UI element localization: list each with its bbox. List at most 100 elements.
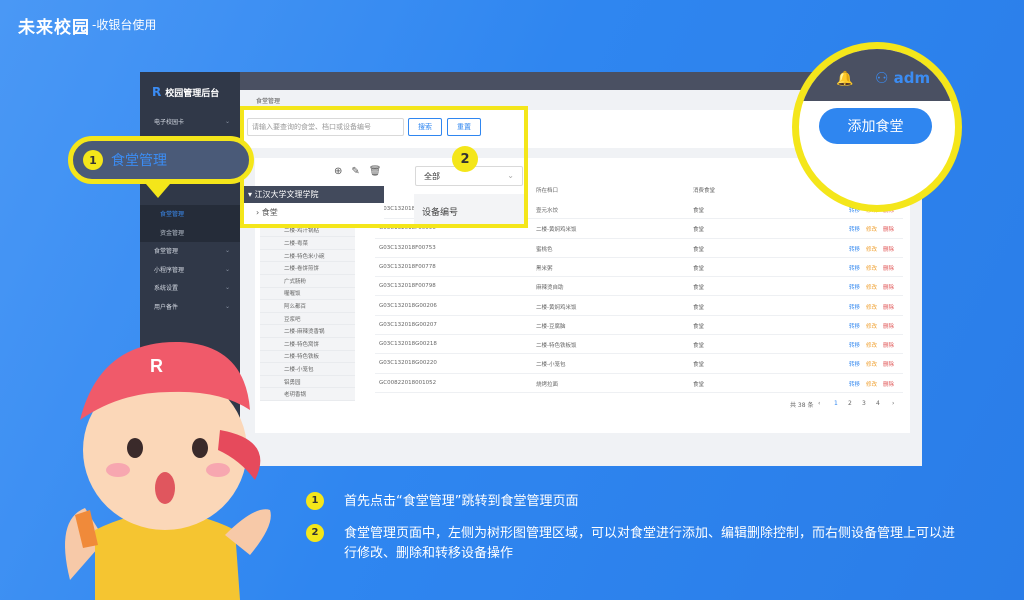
pager-prev[interactable]: ‹ bbox=[818, 400, 820, 407]
stall-cell: 二楼-豆腐脑 bbox=[536, 323, 566, 330]
move-link[interactable]: 转移 bbox=[849, 283, 860, 291]
sidebar-item-canteen[interactable]: 食堂管理 bbox=[140, 204, 240, 223]
callout1: 1 食堂管理 bbox=[68, 136, 254, 184]
stall-cell: 壹元水饺 bbox=[536, 208, 559, 214]
pager-total: 共 38 条 bbox=[790, 402, 814, 409]
callout1-badge: 1 bbox=[83, 150, 103, 170]
delete-link[interactable]: 删除 bbox=[883, 225, 894, 233]
delete-link[interactable]: 删除 bbox=[883, 360, 894, 368]
edit-link[interactable]: 修改 bbox=[866, 225, 877, 233]
canteen-cell: 食堂 bbox=[693, 381, 705, 388]
edit-link[interactable]: 修改 bbox=[866, 380, 877, 388]
bell-icon[interactable]: 🔔 bbox=[836, 71, 853, 87]
move-link[interactable]: 转移 bbox=[849, 322, 860, 330]
sidebar-item-canteen-group[interactable]: 食堂管理 ⌄ bbox=[140, 242, 240, 261]
edit-link[interactable]: 修改 bbox=[866, 283, 877, 291]
canteen-cell: 食堂 bbox=[693, 265, 705, 272]
move-link[interactable]: 转移 bbox=[849, 341, 860, 349]
step2-text: 食堂管理页面中，左侧为树形图管理区域，可以对食堂进行添加、编辑删除控制，而右侧设… bbox=[344, 526, 956, 561]
mascot-mouth bbox=[155, 472, 175, 504]
tree-item[interactable]: 豆浆吧 bbox=[260, 312, 355, 326]
delete-link[interactable]: 删除 bbox=[883, 341, 894, 349]
tree-item[interactable]: 广式肠粉 bbox=[260, 274, 355, 288]
chevron-down-icon: ⌄ bbox=[224, 265, 230, 273]
canteen-cell: 食堂 bbox=[693, 208, 705, 214]
pager-page-1[interactable]: 1 bbox=[834, 400, 838, 407]
edit-link[interactable]: 修改 bbox=[866, 360, 877, 368]
stall-cell: 二楼-黄焖鸡米饭 bbox=[536, 304, 577, 311]
edit-link[interactable]: 修改 bbox=[866, 245, 877, 253]
tree-item[interactable]: 二楼-粤菜 bbox=[260, 237, 355, 250]
mascot-right-eye bbox=[192, 438, 208, 458]
pager-next[interactable]: › bbox=[892, 400, 894, 407]
pager-page-3[interactable]: 3 bbox=[862, 400, 866, 407]
table-row[interactable]: G03C132018G00206 二楼-黄焖鸡米饭 食堂 转移 修改 删除 bbox=[375, 297, 903, 316]
tree-item[interactable]: 二楼-卷饼煎饼 bbox=[260, 262, 355, 275]
device-id-cell: G03C132018F00798 bbox=[379, 283, 436, 290]
mascot-illustration: R bbox=[65, 341, 271, 600]
sidebar-item-funds[interactable]: 资金管理 bbox=[140, 223, 240, 242]
mascot-ear bbox=[86, 444, 110, 472]
move-link[interactable]: 转移 bbox=[849, 380, 860, 388]
tree-item[interactable]: 喔喔饭 bbox=[260, 287, 355, 301]
stall-cell: 黑米粥 bbox=[536, 265, 553, 272]
step1-text: 首先点击“食堂管理”跳转到食堂管理页面 bbox=[344, 494, 579, 509]
sidebar-item-campus-card[interactable]: 电子校园卡 ⌄ bbox=[140, 112, 240, 131]
tree-item[interactable]: 阿么都百 bbox=[260, 300, 355, 313]
device-id-cell: G03C132018F00778 bbox=[379, 263, 436, 270]
canteen-cell: 食堂 bbox=[693, 343, 705, 350]
breadcrumb: 食堂管理 bbox=[256, 98, 281, 105]
device-id-cell: G03C132018G00220 bbox=[379, 360, 437, 367]
edit-link[interactable]: 修改 bbox=[866, 303, 877, 311]
sidebar-item-users[interactable]: 用户备件 ⌄ bbox=[140, 297, 240, 316]
sidebar-item-settings[interactable]: 系统设置 ⌄ bbox=[140, 279, 240, 298]
canteen-cell: 食堂 bbox=[693, 285, 705, 292]
table-row[interactable]: G03C132018G00218 二楼-特色铁板饭 食堂 转移 修改 删除 bbox=[375, 335, 903, 355]
pager-page-2[interactable]: 2 bbox=[848, 400, 852, 407]
edit-link[interactable]: 修改 bbox=[866, 341, 877, 349]
table-row[interactable]: GC00822018001052 烧烤拉面 食堂 转移 修改 删除 bbox=[375, 374, 903, 393]
table-row[interactable]: G03C132018G00207 二楼-豆腐脑 食堂 转移 修改 删除 bbox=[375, 316, 903, 336]
device-id-cell: GC00822018001052 bbox=[379, 379, 437, 386]
add-canteen-button[interactable]: 添加食堂 bbox=[819, 108, 932, 144]
table-row[interactable]: G03C132018F00753 蜜桃色 食堂 转移 修改 删除 bbox=[375, 239, 903, 258]
move-link[interactable]: 转移 bbox=[849, 303, 860, 311]
move-link[interactable]: 转移 bbox=[849, 264, 860, 272]
step2-badge: 2 bbox=[306, 524, 324, 542]
move-link[interactable]: 转移 bbox=[849, 225, 860, 233]
stall-cell: 二楼-黄焖鸡米饭 bbox=[536, 227, 577, 234]
delete-link[interactable]: 删除 bbox=[883, 264, 894, 272]
brand-subtitle: -收银台使用 bbox=[92, 18, 157, 32]
device-id-cell: G03C132018G00206 bbox=[379, 302, 437, 309]
delete-link[interactable]: 删除 bbox=[883, 245, 894, 253]
edit-link[interactable]: 修改 bbox=[866, 322, 877, 330]
delete-link[interactable]: 删除 bbox=[883, 380, 894, 388]
mascot-left-cheek bbox=[106, 463, 130, 477]
canteen-cell: 食堂 bbox=[693, 323, 705, 330]
user-menu[interactable]: ⚇ adm bbox=[875, 69, 930, 87]
delete-link[interactable]: 删除 bbox=[883, 322, 894, 330]
table-row[interactable]: G03C132018F00778 黑米粥 食堂 转移 修改 删除 bbox=[375, 258, 903, 278]
delete-link[interactable]: 删除 bbox=[883, 283, 894, 291]
stall-cell: 麻辣烫自助 bbox=[536, 285, 564, 292]
table-row[interactable]: G03C132018F00798 麻辣烫自助 食堂 转移 修改 删除 bbox=[375, 277, 903, 297]
instruction-step-1: 1 首先点击“食堂管理”跳转到食堂管理页面 bbox=[306, 492, 964, 512]
cap-logo-icon: R bbox=[150, 356, 163, 376]
canteen-cell: 食堂 bbox=[693, 227, 705, 234]
sidebar-item-miniapp[interactable]: 小程序管理 ⌄ bbox=[140, 260, 240, 279]
table-row[interactable]: G03C132018G00220 二楼-小笼包 食堂 转移 修改 删除 bbox=[375, 354, 903, 374]
brand-logo: 未来校园 bbox=[18, 18, 90, 38]
stall-cell: 二楼-特色铁板饭 bbox=[536, 343, 577, 350]
sidebar-logo-text: 校园管理后台 bbox=[165, 88, 220, 99]
device-id-cell: G03C132018G00218 bbox=[379, 341, 437, 348]
step1-badge: 1 bbox=[306, 492, 324, 510]
delete-link[interactable]: 删除 bbox=[883, 303, 894, 311]
edit-link[interactable]: 修改 bbox=[866, 264, 877, 272]
move-link[interactable]: 转移 bbox=[849, 245, 860, 253]
sidebar-logo: R 校园管理后台 bbox=[140, 72, 240, 112]
chevron-down-icon: ⌄ bbox=[224, 247, 230, 255]
chevron-down-icon: ⌄ bbox=[224, 302, 230, 310]
pager-page-4[interactable]: 4 bbox=[876, 400, 880, 407]
move-link[interactable]: 转移 bbox=[849, 360, 860, 368]
tree-item[interactable]: 二楼-特色米小碗 bbox=[260, 249, 355, 263]
